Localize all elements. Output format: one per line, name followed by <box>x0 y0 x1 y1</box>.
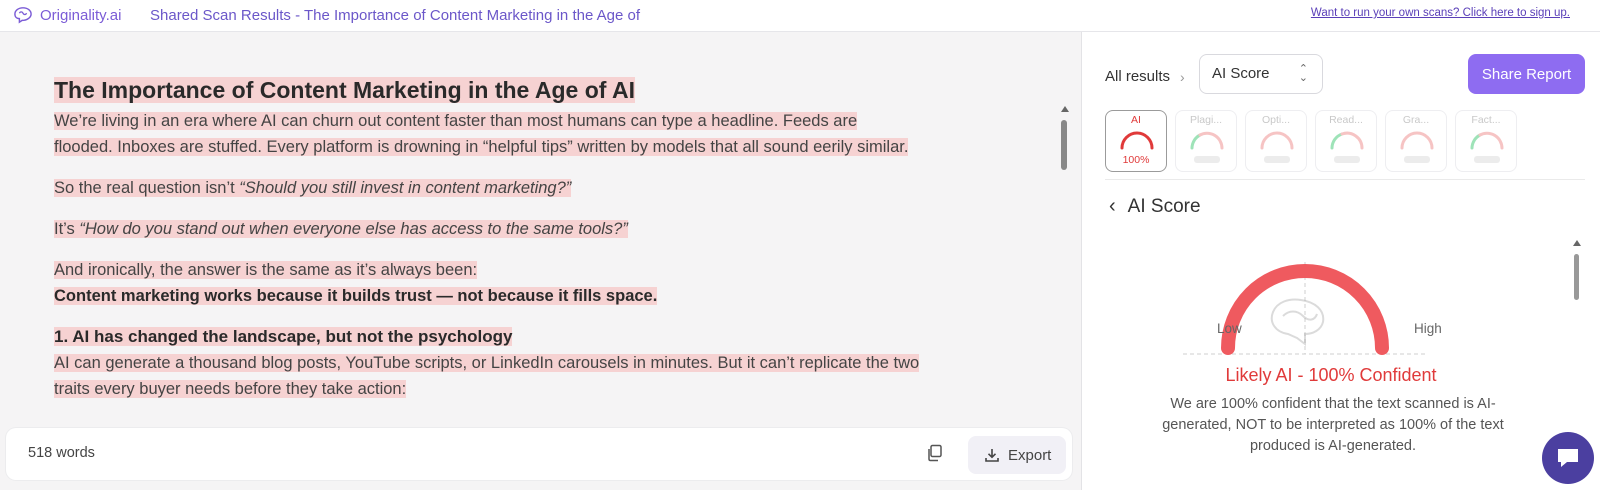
blurred-value <box>1474 156 1500 163</box>
tab-value: 100% <box>1122 154 1150 166</box>
mini-gauge-icon <box>1400 131 1434 150</box>
tab-label: Fact... <box>1471 114 1501 126</box>
export-button[interactable]: Export <box>968 436 1066 474</box>
chat-support-button[interactable] <box>1542 432 1594 484</box>
paragraph: We’re living in an era where AI can chur… <box>54 108 1034 160</box>
mini-gauge-icon <box>1190 131 1224 150</box>
mini-gauge-icon <box>1330 131 1364 150</box>
chevron-left-icon[interactable]: ‹ <box>1109 195 1116 218</box>
blurred-value <box>1334 156 1360 163</box>
section-heading: 1. AI has changed the landscape, but not… <box>54 327 513 346</box>
breadcrumb-all-results[interactable]: All results <box>1105 68 1170 85</box>
page-title: Shared Scan Results - The Importance of … <box>150 7 640 24</box>
scroll-up-arrow-icon[interactable] <box>1061 106 1069 112</box>
paragraph-line: AI can generate a thousand blog posts, Y… <box>54 354 920 372</box>
document-content: The Importance of Content Marketing in t… <box>54 74 1034 444</box>
paragraph-text: It’s <box>54 220 80 238</box>
blurred-value <box>1264 156 1290 163</box>
select-value: AI Score <box>1212 65 1270 82</box>
logo-text: Originality.ai <box>40 6 122 24</box>
paragraph-line: And ironically, the answer is the same a… <box>54 261 478 279</box>
ai-verdict: Likely AI - 100% Confident <box>1225 365 1437 385</box>
download-icon <box>985 449 999 462</box>
tab-label: AI <box>1131 114 1141 126</box>
paragraph-italic: “How do you stand out when everyone else… <box>79 220 628 238</box>
results-panel: All results › AI Score ⌃ ⌄ Share Report A… <box>1083 32 1600 490</box>
tab-label: Opti... <box>1261 114 1290 126</box>
divider <box>1105 179 1585 180</box>
tab-label: Gra... <box>1402 114 1430 126</box>
blurred-value <box>1194 156 1220 163</box>
document-scrollbar[interactable] <box>1060 106 1070 442</box>
chevron-right-icon: › <box>1180 68 1185 85</box>
paragraph-italic: “Should you still invest in content mark… <box>239 179 572 197</box>
score-type-select[interactable]: AI Score ⌃ ⌄ <box>1199 54 1323 94</box>
paragraph-line: flooded. Inboxes are stuffed. Every plat… <box>54 138 909 156</box>
brain-watermark-icon <box>1270 298 1325 346</box>
paragraph: It’s “How do you stand out when everyone… <box>54 216 1034 242</box>
share-report-button[interactable]: Share Report <box>1468 54 1585 94</box>
tab-ai[interactable]: AI 100% <box>1105 110 1167 172</box>
word-count: 518 words <box>28 445 95 461</box>
ai-explanation: We are 100% confident that the text scan… <box>1162 396 1504 454</box>
scroll-up-arrow-icon[interactable] <box>1573 240 1581 246</box>
tab-label: Read... <box>1329 114 1363 126</box>
paragraph-text: So the real question isn’t <box>54 179 240 197</box>
chat-bubble-icon <box>1558 449 1578 467</box>
scroll-thumb[interactable] <box>1061 120 1067 170</box>
paragraph: So the real question isn’t “Should you s… <box>54 175 1034 201</box>
signup-link[interactable]: Want to run your own scans? Click here t… <box>1311 7 1570 19</box>
tab-fact-check[interactable]: Fact... <box>1455 110 1517 172</box>
paragraph-line: traits every buyer needs before they tak… <box>54 380 407 398</box>
score-tabs: AI 100% Plagi... Opti... Read... Gra... … <box>1105 110 1517 172</box>
chevron-updown-icon: ⌃ ⌄ <box>1298 63 1308 84</box>
brain-logo-icon <box>14 7 32 24</box>
paragraph-line: We’re living in an era where AI can chur… <box>54 112 858 130</box>
document-footer: 518 words Export <box>6 428 1072 480</box>
tab-optimization[interactable]: Opti... <box>1245 110 1307 172</box>
paragraph: And ironically, the answer is the same a… <box>54 257 1034 309</box>
gauge-high-label: High <box>1414 321 1442 336</box>
blurred-value <box>1404 156 1430 163</box>
mini-gauge-icon <box>1120 131 1154 150</box>
breadcrumb[interactable]: All results › <box>1105 68 1185 85</box>
tab-label: Plagi... <box>1189 114 1223 126</box>
gauge-low-label: Low <box>1217 321 1242 336</box>
ai-score-header[interactable]: ‹ AI Score <box>1109 195 1201 218</box>
document-heading: The Importance of Content Marketing in t… <box>54 77 635 103</box>
tab-readability[interactable]: Read... <box>1315 110 1377 172</box>
paragraph-bold-line: Content marketing works because it build… <box>54 287 658 305</box>
scroll-thumb[interactable] <box>1574 254 1579 300</box>
tab-grammar[interactable]: Gra... <box>1385 110 1447 172</box>
top-bar: Originality.ai Shared Scan Results - The… <box>0 0 1600 32</box>
mini-gauge-icon <box>1260 131 1294 150</box>
tab-plagiarism[interactable]: Plagi... <box>1175 110 1237 172</box>
copy-icon[interactable] <box>926 444 944 462</box>
document-panel: The Importance of Content Marketing in t… <box>0 32 1082 490</box>
logo[interactable]: Originality.ai <box>12 6 121 24</box>
mini-gauge-icon <box>1470 131 1504 150</box>
export-label: Export <box>1008 446 1052 464</box>
section-title: AI Score <box>1127 195 1201 217</box>
section: 1. AI has changed the landscape, but not… <box>54 324 1034 402</box>
